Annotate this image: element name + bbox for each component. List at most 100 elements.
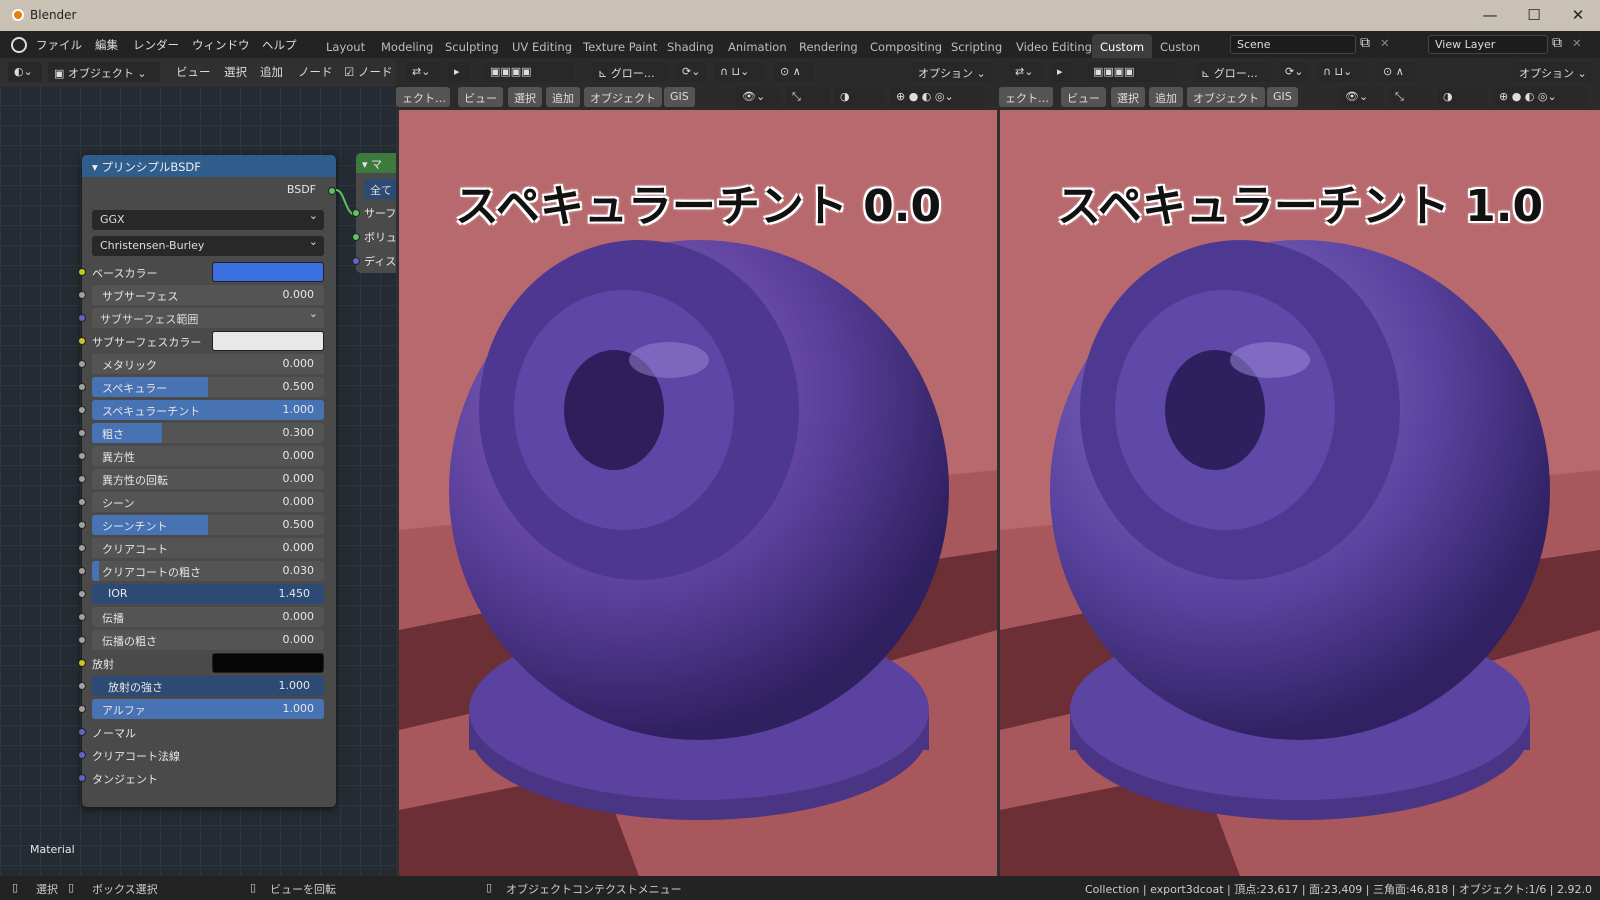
volume-input-socket[interactable]	[352, 233, 360, 241]
overlay-icon-right[interactable]: ◑	[1437, 87, 1487, 107]
anisotropic-field[interactable]: 異方性 0.000	[92, 446, 324, 466]
visibility-icon[interactable]: 👁⌄	[736, 87, 780, 107]
vp-menu-select[interactable]: 選択	[508, 87, 542, 107]
pivot-icon-right[interactable]: ⟳⌄	[1279, 62, 1309, 82]
tab-modeling[interactable]: Modeling	[373, 34, 441, 58]
tab-custom[interactable]: Custom	[1092, 34, 1153, 58]
shading-mode-icons-right[interactable]: ⊕ ● ◐ ◎⌄	[1493, 87, 1587, 107]
transform-icon-right[interactable]: ⇄⌄	[1009, 62, 1043, 82]
menu-file[interactable]: ファイル	[36, 37, 82, 53]
transmission-roughness-socket[interactable]	[78, 636, 86, 644]
vp-mode-selector[interactable]: ェクト…	[396, 87, 450, 107]
displacement-input-socket[interactable]	[352, 257, 360, 265]
proportional-icon-right[interactable]: ⊙ ∧	[1377, 62, 1417, 82]
new-scene-icon[interactable]: ⧉	[1360, 35, 1370, 51]
node-menu-select[interactable]: 選択	[224, 64, 247, 80]
transmission-field[interactable]: 伝播 0.000	[92, 607, 324, 627]
maximize-button[interactable]: ☐	[1522, 4, 1546, 26]
tab-sculpting[interactable]: Sculpting	[437, 34, 507, 58]
node-menu-node[interactable]: ノード	[298, 64, 333, 80]
roughness-socket[interactable]	[78, 429, 86, 437]
overlay-icon[interactable]: ◑	[834, 87, 884, 107]
tab-layout[interactable]: Layout	[318, 34, 373, 58]
ior-socket[interactable]	[78, 590, 86, 598]
clearcoat-roughness-field[interactable]: クリアコートの粗さ 0.030	[92, 561, 324, 581]
tab-compositing[interactable]: Compositing	[862, 34, 950, 58]
blender-menu-icon[interactable]	[11, 37, 27, 53]
pivot-icon[interactable]: ⟳⌄	[676, 62, 706, 82]
editor-type-icon[interactable]: ◐⌄	[8, 62, 42, 82]
emission-color-swatch[interactable]	[212, 653, 324, 673]
select-tool-icon-right[interactable]: ▸	[1051, 62, 1073, 82]
tab-video-editing[interactable]: Video Editing	[1008, 34, 1100, 58]
tab-scripting[interactable]: Scripting	[943, 34, 1010, 58]
aniso-rotation-field[interactable]: 異方性の回転 0.000	[92, 469, 324, 489]
menu-edit[interactable]: 編集	[95, 37, 118, 53]
gizmo-icon-right[interactable]: ⤡	[1389, 87, 1433, 107]
tab-custon[interactable]: Custon	[1152, 34, 1208, 58]
viewport-left[interactable]: スペキュラーチント 0.0	[399, 110, 997, 876]
anisotropic-socket[interactable]	[78, 452, 86, 460]
sheen-tint-socket[interactable]	[78, 521, 86, 529]
node-editor-canvas[interactable]: ▾ プリンシプルBSDF BSDF GGX Christensen-Burley…	[0, 85, 396, 876]
select-mode-icons-right[interactable]: ▣▣▣▣	[1087, 62, 1177, 82]
tab-animation[interactable]: Animation	[720, 34, 795, 58]
transmission-roughness-field[interactable]: 伝播の粗さ 0.000	[92, 630, 324, 650]
use-nodes-checkbox[interactable]: ☑ ノード	[344, 64, 392, 80]
view-layer-selector[interactable]: View Layer	[1428, 35, 1548, 54]
tab-texture-paint[interactable]: Texture Paint	[575, 34, 665, 58]
tangent-socket[interactable]	[78, 774, 86, 782]
orientation-selector[interactable]: ⊾ グロー…	[592, 62, 668, 82]
options-button[interactable]: オプション ⌄	[912, 62, 992, 82]
clearcoat-field[interactable]: クリアコート 0.000	[92, 538, 324, 558]
options-button-right[interactable]: オプション ⌄	[1513, 62, 1593, 82]
vp-menu-view-right[interactable]: ビュー	[1061, 87, 1106, 107]
snap-icon[interactable]: ∩ ⊔⌄	[714, 62, 764, 82]
node-menu-view[interactable]: ビュー	[176, 64, 211, 80]
emission-socket[interactable]	[78, 659, 86, 667]
clearcoat-roughness-socket[interactable]	[78, 567, 86, 575]
normal-socket[interactable]	[78, 728, 86, 736]
transmission-socket[interactable]	[78, 613, 86, 621]
vp-menu-select-right[interactable]: 選択	[1111, 87, 1145, 107]
alpha-field[interactable]: アルファ 1.000	[92, 699, 324, 719]
close-button[interactable]: ✕	[1566, 4, 1590, 26]
menu-help[interactable]: ヘルプ	[262, 37, 297, 53]
sheen-field[interactable]: シーン 0.000	[92, 492, 324, 512]
menu-window[interactable]: ウィンドウ	[192, 37, 250, 53]
gizmo-icon[interactable]: ⤡	[786, 87, 830, 107]
transform-icon[interactable]: ⇄⌄	[406, 62, 440, 82]
snap-icon-right[interactable]: ∩ ⊔⌄	[1317, 62, 1367, 82]
clearcoat-socket[interactable]	[78, 544, 86, 552]
vp-menu-view[interactable]: ビュー	[458, 87, 503, 107]
select-mode-icons[interactable]: ▣▣▣▣	[484, 62, 574, 82]
minimize-button[interactable]: —	[1478, 4, 1502, 26]
tab-rendering[interactable]: Rendering	[791, 34, 866, 58]
vp-menu-gis-right[interactable]: GIS	[1267, 87, 1298, 107]
orientation-selector-right[interactable]: ⊾ グロー…	[1195, 62, 1271, 82]
viewport-right[interactable]: スペキュラーチント 1.0	[1000, 110, 1600, 876]
vp-menu-object[interactable]: オブジェクト	[584, 87, 662, 107]
emission-strength-field[interactable]: 放射の強さ 1.000	[92, 676, 324, 696]
scene-selector[interactable]: Scene	[1230, 35, 1356, 54]
tab-uv-editing[interactable]: UV Editing	[504, 34, 580, 58]
delete-view-layer-icon[interactable]: ✕	[1572, 36, 1582, 50]
material-output-node[interactable]: ▾ マ 全て サーフ ボリュ ディス	[352, 153, 396, 273]
menu-render[interactable]: レンダー	[133, 37, 179, 53]
ior-field[interactable]: IOR 1.450	[92, 584, 324, 604]
clearcoat-normal-socket[interactable]	[78, 751, 86, 759]
sheen-tint-field[interactable]: シーンチント 0.500	[92, 515, 324, 535]
tab-shading[interactable]: Shading	[659, 34, 722, 58]
surface-input-socket[interactable]	[352, 209, 360, 217]
roughness-field[interactable]: 粗さ 0.300	[92, 423, 324, 443]
shading-mode-icons[interactable]: ⊕ ● ◐ ◎⌄	[890, 87, 984, 107]
node-menu-add[interactable]: 追加	[260, 64, 283, 80]
aniso-rotation-socket[interactable]	[78, 475, 86, 483]
specular-tint-socket[interactable]	[78, 406, 86, 414]
vp-menu-object-right[interactable]: オブジェクト	[1187, 87, 1265, 107]
vp-menu-gis[interactable]: GIS	[664, 87, 695, 107]
specular-tint-field[interactable]: スペキュラーチント 1.000	[92, 400, 324, 420]
delete-scene-icon[interactable]: ✕	[1380, 36, 1390, 50]
visibility-icon-right[interactable]: 👁⌄	[1339, 87, 1383, 107]
vp-menu-add[interactable]: 追加	[546, 87, 580, 107]
